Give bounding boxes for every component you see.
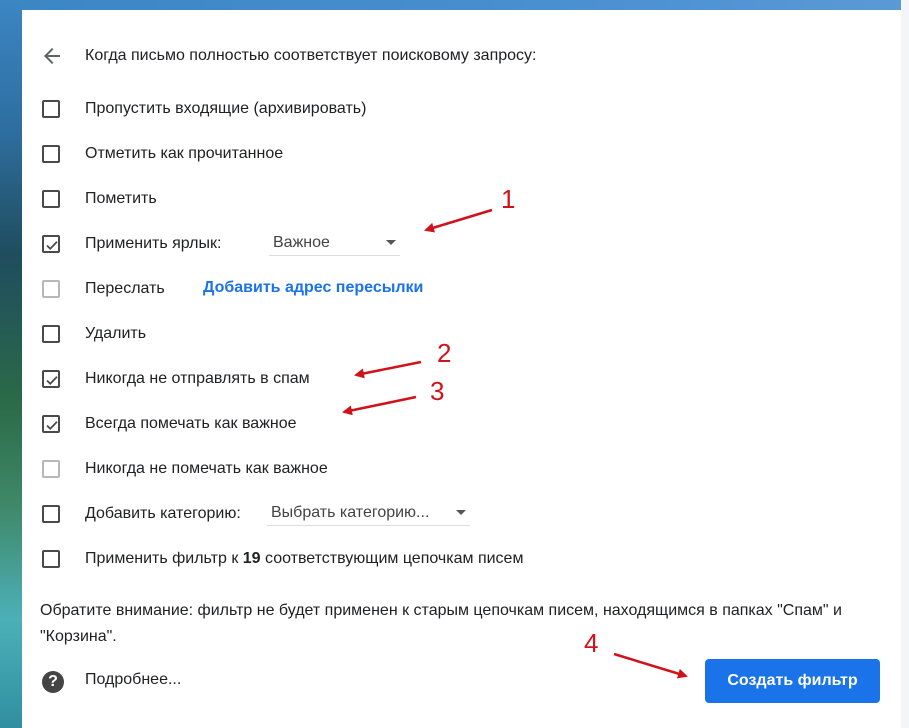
checkbox[interactable] bbox=[42, 280, 60, 298]
checkbox[interactable] bbox=[42, 145, 60, 163]
learn-more-link[interactable]: Подробнее... bbox=[85, 671, 181, 689]
category-select[interactable]: Выбрать категорию... bbox=[267, 500, 470, 526]
checkbox[interactable] bbox=[42, 550, 60, 568]
checkbox-checked[interactable] bbox=[42, 370, 60, 388]
option-skip-inbox[interactable]: Пропустить входящие (архивировать) bbox=[22, 97, 522, 121]
checkbox-checked[interactable] bbox=[42, 235, 60, 253]
arrow-left-icon[interactable] bbox=[40, 44, 64, 68]
chevron-down-icon bbox=[456, 510, 466, 515]
annotation-number: 1 bbox=[501, 184, 516, 214]
option-never-spam[interactable]: Никогда не отправлять в спам bbox=[22, 367, 522, 391]
checkbox[interactable] bbox=[42, 100, 60, 118]
window-top-bar bbox=[0, 0, 909, 10]
page-title: Когда письмо полностью соответствует пои… bbox=[85, 47, 537, 64]
create-filter-button[interactable]: Создать фильтр bbox=[705, 659, 880, 703]
add-forwarding-address-link[interactable]: Добавить адрес пересылки bbox=[203, 279, 423, 297]
notice-text: Обратите внимание: фильтр не будет приме… bbox=[40, 602, 842, 645]
desktop-background bbox=[0, 0, 22, 728]
option-mark-read[interactable]: Отметить как прочитанное bbox=[22, 142, 522, 166]
annotation-number: 4 bbox=[584, 628, 599, 658]
label-select[interactable]: Важное bbox=[269, 230, 400, 256]
help-circle-icon[interactable]: ? bbox=[42, 671, 64, 693]
option-always-important[interactable]: Всегда помечать как важное bbox=[22, 412, 522, 436]
chevron-down-icon bbox=[386, 240, 396, 245]
option-star[interactable]: Пометить bbox=[22, 187, 522, 211]
checkbox[interactable] bbox=[42, 460, 60, 478]
annotation-number: 2 bbox=[437, 338, 452, 368]
annotation-number: 3 bbox=[430, 376, 445, 406]
option-apply-to-existing[interactable]: Применить фильтр к 19 соответствующим це… bbox=[22, 547, 622, 571]
matching-count: 19 bbox=[242, 550, 261, 567]
checkbox[interactable] bbox=[42, 325, 60, 343]
checkbox[interactable] bbox=[42, 505, 60, 523]
checkbox-checked[interactable] bbox=[42, 415, 60, 433]
checkbox[interactable] bbox=[42, 190, 60, 208]
scrollbar-track bbox=[901, 0, 909, 728]
filter-actions-panel: Когда письмо полностью соответствует пои… bbox=[22, 10, 901, 728]
option-never-important[interactable]: Никогда не помечать как важное bbox=[22, 457, 522, 481]
